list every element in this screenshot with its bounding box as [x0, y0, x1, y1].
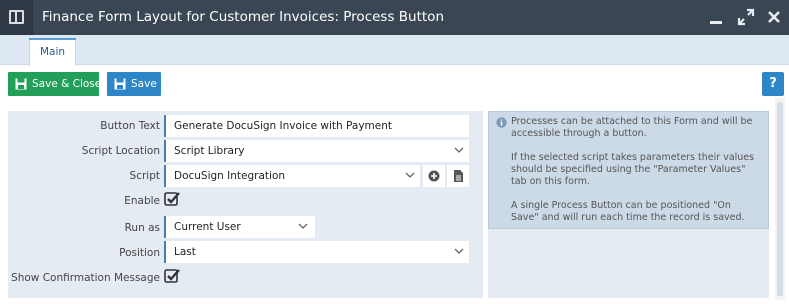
- script-location-label: Script Location: [81, 145, 160, 157]
- expand-icon[interactable]: [737, 8, 755, 26]
- window-icon[interactable]: [0, 0, 33, 35]
- run-as-label: Run as: [124, 222, 160, 234]
- help-button[interactable]: ?: [762, 72, 784, 96]
- script-location-value: Script Library: [174, 145, 245, 157]
- save-and-close-label: Save & Close: [32, 78, 102, 90]
- title-bar: Finance Form Layout for Customer Invoice…: [0, 0, 789, 35]
- document-icon: [454, 170, 463, 182]
- info-panel: Processes can be attached to this Form a…: [488, 111, 769, 229]
- info-paragraph: A single Process Button can be positione…: [511, 200, 745, 223]
- position-select[interactable]: Last: [164, 241, 469, 263]
- scrollbar-thumb[interactable]: [777, 102, 783, 296]
- info-paragraph: Processes can be attached to this Form a…: [511, 116, 753, 139]
- save-icon: [114, 78, 126, 90]
- plus-circle-icon: [428, 170, 440, 182]
- save-label: Save: [131, 78, 157, 90]
- show-confirmation-label: Show Confirmation Message: [11, 272, 160, 284]
- minimize-icon[interactable]: [707, 8, 725, 26]
- window-title: Finance Form Layout for Customer Invoice…: [42, 9, 445, 25]
- show-confirmation-checkbox[interactable]: [164, 268, 180, 284]
- chevron-down-icon: [454, 248, 464, 254]
- run-as-select[interactable]: Current User: [164, 216, 315, 238]
- save-button[interactable]: Save: [107, 72, 161, 96]
- chevron-down-icon: [298, 223, 308, 229]
- info-paragraph: If the selected script takes parameters …: [511, 152, 755, 187]
- tab-bar: Main: [0, 35, 789, 66]
- info-icon: [496, 117, 507, 128]
- script-value: DocuSign Integration: [174, 170, 286, 182]
- position-value: Last: [174, 246, 196, 258]
- close-icon[interactable]: [765, 8, 783, 26]
- script-location-select[interactable]: Script Library: [164, 140, 469, 162]
- chevron-down-icon: [454, 147, 464, 153]
- position-label: Position: [119, 247, 160, 259]
- script-select[interactable]: DocuSign Integration: [164, 165, 420, 187]
- save-and-close-button[interactable]: Save & Close: [8, 72, 102, 96]
- tab-main[interactable]: Main: [29, 38, 77, 66]
- chevron-down-icon: [405, 172, 415, 178]
- add-script-button[interactable]: [423, 165, 445, 187]
- enable-checkbox[interactable]: [164, 191, 180, 207]
- script-label: Script: [129, 170, 160, 182]
- run-as-value: Current User: [174, 221, 241, 233]
- view-script-button[interactable]: [447, 165, 469, 187]
- save-icon: [15, 78, 27, 90]
- vertical-scrollbar[interactable]: [775, 98, 785, 300]
- button-text-label: Button Text: [100, 120, 160, 132]
- info-panel-lower: [488, 229, 769, 298]
- button-text-input[interactable]: Generate DocuSign Invoice with Payment: [164, 115, 469, 137]
- enable-label: Enable: [124, 195, 160, 207]
